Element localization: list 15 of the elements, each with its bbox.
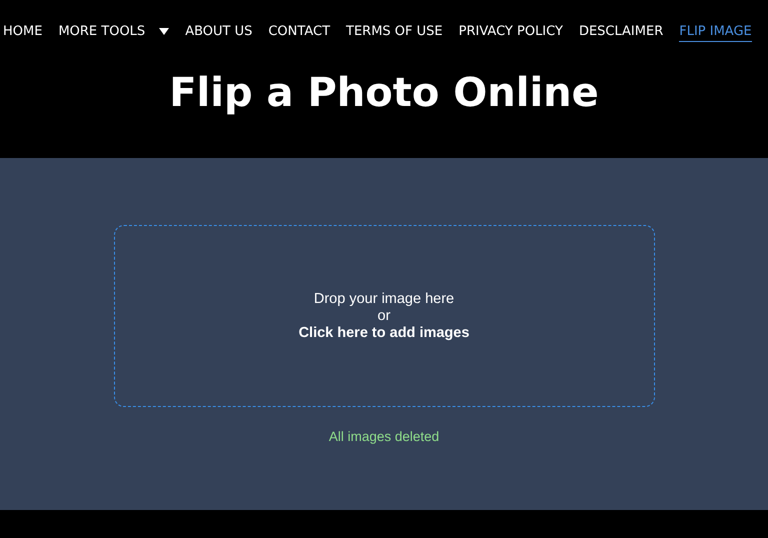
add-images-link[interactable]: Click here to add images [298,324,470,342]
drop-zone[interactable]: Drop your image here or Click here to add images [114,225,654,407]
nav-link[interactable]: HOME [3,22,42,42]
nav-link[interactable]: DESCLAIMER [578,22,664,42]
nav-link[interactable]: PRIVACY POLICY [458,22,563,42]
nav-link[interactable]: TERMS OF USE [346,22,443,42]
drop-hint: Drop your image here [314,290,454,308]
nav-link[interactable]: ABOUT US [185,22,252,42]
or-label: or [378,308,390,324]
nav-dropdown[interactable]: MORE TOOLS [58,22,170,42]
nav-link[interactable]: CONTACT [268,22,330,42]
caret-icon [159,28,170,35]
status-message: All images deleted [328,429,440,444]
page-title: Flip a Photo Online [169,70,599,116]
nav-link[interactable]: FLIP IMAGE [679,22,752,42]
